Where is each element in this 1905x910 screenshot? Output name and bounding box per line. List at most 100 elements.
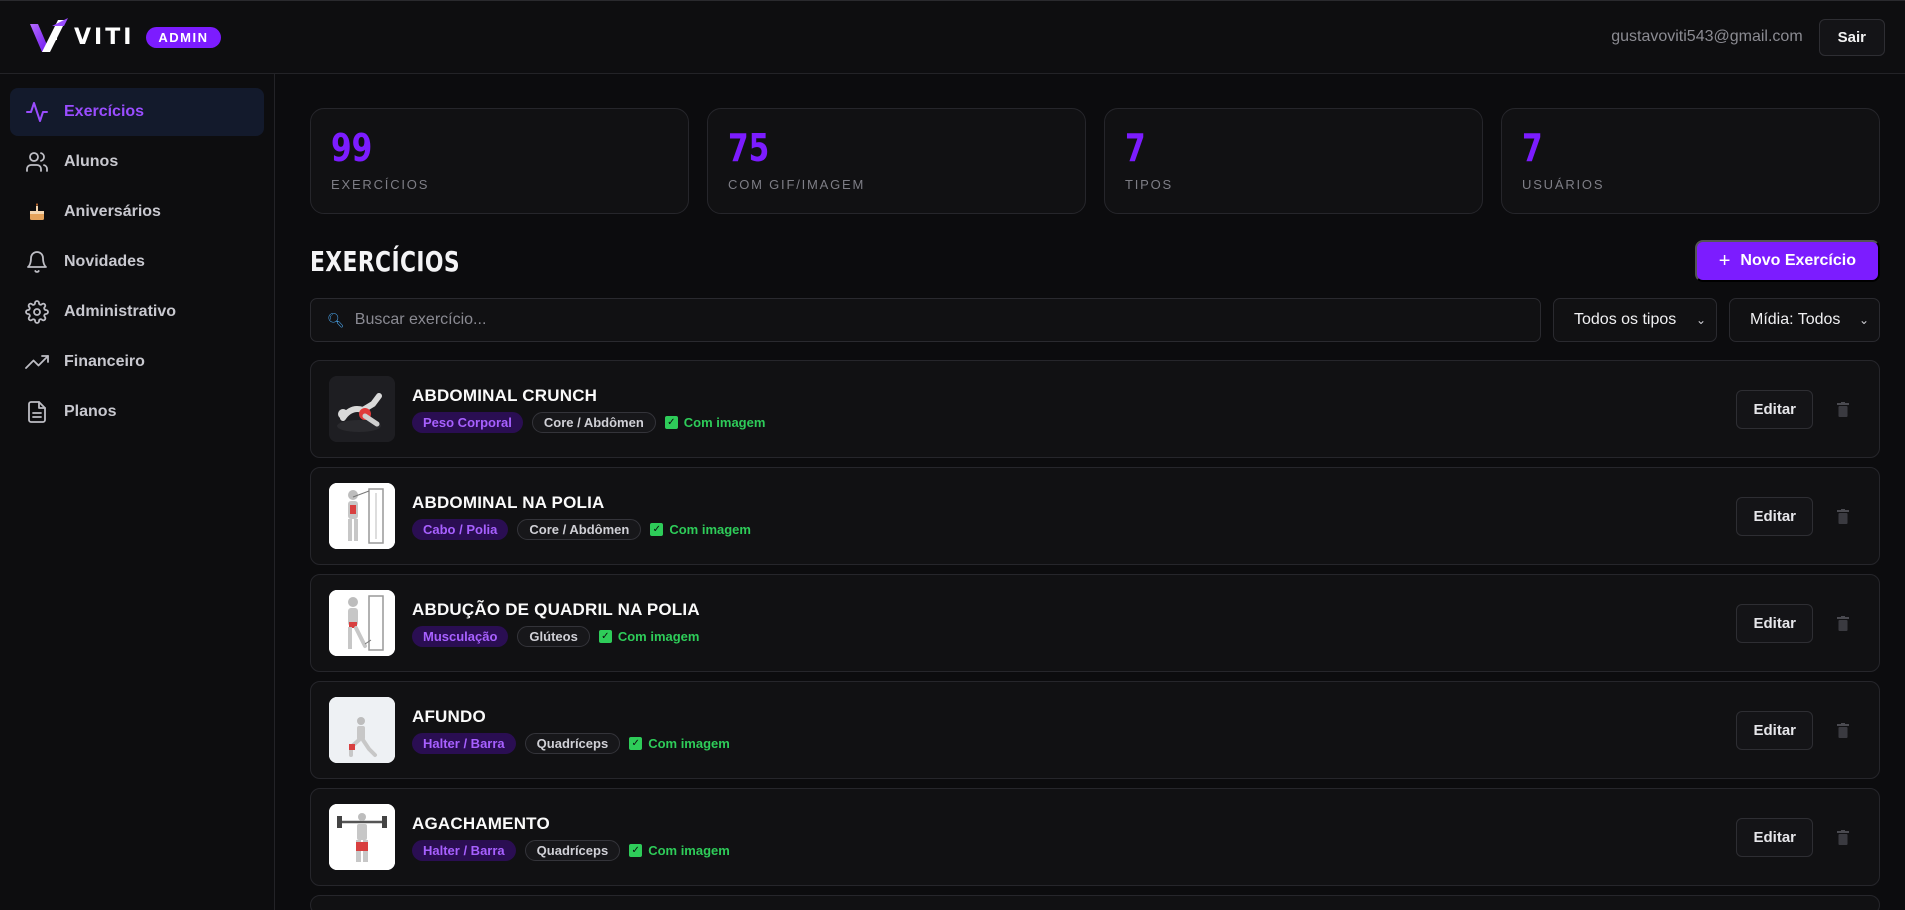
page-title: EXERCÍCIOS — [310, 244, 461, 278]
stat-label: USUÁRIOS — [1522, 177, 1605, 192]
section-header: EXERCÍCIOS + Novo Exercício — [310, 240, 1880, 282]
exercise-row[interactable]: AGACHAMENTO Halter / Barra Quadríceps ✓ … — [310, 788, 1880, 886]
sidebar-item-administrativo[interactable]: Administrativo — [10, 288, 264, 336]
stat-card-usuarios: 7 USUÁRIOS — [1501, 108, 1880, 214]
media-select[interactable]: Mídia: Todos ⌄ — [1729, 298, 1880, 342]
exercise-thumbnail — [329, 590, 395, 656]
logo[interactable]: VITI — [28, 16, 134, 58]
edit-button[interactable]: Editar — [1736, 496, 1813, 536]
trash-icon[interactable] — [1825, 401, 1861, 417]
stat-value: 99 — [331, 126, 373, 170]
exercise-tags: Halter / Barra Quadríceps ✓ Com imagem — [412, 732, 1736, 754]
exercise-name: ABDUÇÃO DE QUADRIL NA POLIA — [412, 599, 700, 619]
sidebar-item-label: Planos — [64, 403, 117, 420]
logout-button[interactable]: Sair — [1818, 18, 1885, 56]
stat-card-exercicios: 99 EXERCÍCIOS — [310, 108, 689, 214]
sidebar-item-label: Aniversários — [64, 203, 161, 220]
check-icon: ✓ — [629, 736, 643, 750]
users-icon — [24, 149, 50, 175]
edit-button[interactable]: Editar — [1736, 710, 1813, 750]
exercise-list: ABDOMINAL CRUNCH Peso Corporal Core / Ab… — [310, 360, 1880, 910]
muscle-tag: Core / Abdômen — [531, 411, 656, 433]
new-exercise-label: Novo Exercício — [1740, 252, 1856, 269]
exercise-name: AGACHAMENTO — [412, 813, 550, 833]
exercise-info: AFUNDO Halter / Barra Quadríceps ✓ Com i… — [412, 707, 1736, 754]
exercise-row[interactable]: AFUNDO Halter / Barra Quadríceps ✓ Com i… — [310, 681, 1880, 779]
type-tag: Cabo / Polia — [412, 518, 509, 540]
stat-value: 7 — [1522, 126, 1543, 170]
exercise-info: ABDUÇÃO DE QUADRIL NA POLIA Musculação G… — [412, 600, 1736, 647]
main-content: 99 EXERCÍCIOS 75 COM GIF/IMAGEM 7 TIPOS … — [310, 108, 1880, 910]
hip-abduction-figure-icon — [329, 590, 395, 656]
sidebar: Exercícios Alunos Aniversários Novidades… — [0, 74, 275, 910]
exercise-row[interactable]: ABDOMINAL CRUNCH Peso Corporal Core / Ab… — [310, 360, 1880, 458]
type-tag: Halter / Barra — [412, 732, 516, 754]
check-icon: ✓ — [598, 629, 612, 643]
stat-card-com-gif: 75 COM GIF/IMAGEM — [707, 108, 1086, 214]
search-icon: 🔍︎ — [327, 311, 345, 328]
exercise-info: ABDOMINAL CRUNCH Peso Corporal Core / Ab… — [412, 386, 1736, 433]
sidebar-item-label: Financeiro — [64, 353, 145, 370]
exercise-tags: Cabo / Polia Core / Abdômen ✓ Com imagem — [412, 518, 1736, 540]
type-tag: Musculação — [412, 625, 509, 647]
brand[interactable]: VITI ADMIN — [28, 16, 221, 58]
sidebar-item-financeiro[interactable]: Financeiro — [10, 338, 264, 386]
lunge-figure-icon — [329, 697, 395, 763]
trash-icon[interactable] — [1825, 508, 1861, 524]
exercise-thumbnail — [329, 483, 395, 549]
sidebar-item-aniversarios[interactable]: Aniversários — [10, 188, 264, 236]
exercise-name: ABDOMINAL CRUNCH — [412, 385, 598, 405]
type-tag: Halter / Barra — [412, 839, 516, 861]
viti-logo-icon — [30, 18, 68, 52]
trash-icon[interactable] — [1825, 615, 1861, 631]
trash-icon[interactable] — [1825, 722, 1861, 738]
header-right: gustavoviti543@gmail.com Sair — [1611, 18, 1885, 56]
sidebar-item-novidades[interactable]: Novidades — [10, 238, 264, 286]
exercise-name: ABDOMINAL NA POLIA — [412, 492, 605, 512]
chevron-down-icon: ⌄ — [1858, 313, 1869, 327]
stat-card-tipos: 7 TIPOS — [1104, 108, 1483, 214]
muscle-tag: Quadríceps — [524, 732, 621, 754]
media-status: ✓ Com imagem — [629, 736, 730, 751]
search-input[interactable] — [354, 311, 1524, 329]
type-tag: Peso Corporal — [412, 411, 523, 433]
exercise-thumbnail — [329, 697, 395, 763]
muscle-tag: Quadríceps — [524, 839, 621, 861]
sidebar-item-label: Exercícios — [64, 103, 145, 120]
stat-value: 7 — [1125, 126, 1146, 170]
new-exercise-button[interactable]: + Novo Exercício — [1694, 240, 1880, 282]
bell-icon — [24, 249, 50, 275]
gear-icon — [24, 299, 50, 325]
exercise-name: AFUNDO — [412, 706, 486, 726]
exercise-row-partial[interactable] — [310, 895, 1880, 910]
exercise-info: ABDOMINAL NA POLIA Cabo / Polia Core / A… — [412, 493, 1736, 540]
type-select[interactable]: Todos os tipos ⌄ — [1553, 298, 1717, 342]
muscle-tag: Core / Abdômen — [517, 518, 642, 540]
trash-icon[interactable] — [1825, 829, 1861, 845]
exercise-tags: Halter / Barra Quadríceps ✓ Com imagem — [412, 839, 1736, 861]
exercise-tags: Peso Corporal Core / Abdômen ✓ Com image… — [412, 411, 1736, 433]
activity-icon — [24, 99, 50, 125]
exercise-thumbnail — [329, 376, 395, 442]
edit-button[interactable]: Editar — [1736, 603, 1813, 643]
sidebar-item-label: Administrativo — [64, 303, 177, 320]
media-select-value: Mídia: Todos — [1750, 311, 1841, 328]
exercise-row[interactable]: ABDUÇÃO DE QUADRIL NA POLIA Musculação G… — [310, 574, 1880, 672]
cake-icon — [24, 199, 50, 225]
check-icon: ✓ — [629, 843, 643, 857]
edit-button[interactable]: Editar — [1736, 389, 1813, 429]
logo-text: VITI — [74, 24, 135, 50]
check-icon: ✓ — [664, 415, 678, 429]
sidebar-item-alunos[interactable]: Alunos — [10, 138, 264, 186]
media-status: ✓ Com imagem — [650, 522, 751, 537]
search-box[interactable]: 🔍︎ — [310, 298, 1541, 342]
edit-button[interactable]: Editar — [1736, 817, 1813, 857]
trending-up-icon — [24, 349, 50, 375]
media-status-label: Com imagem — [669, 521, 751, 537]
sidebar-item-exercicios[interactable]: Exercícios — [10, 88, 264, 136]
sidebar-item-planos[interactable]: Planos — [10, 388, 264, 436]
exercise-row[interactable]: ABDOMINAL NA POLIA Cabo / Polia Core / A… — [310, 467, 1880, 565]
plus-icon: + — [1718, 250, 1731, 272]
stats-row: 99 EXERCÍCIOS 75 COM GIF/IMAGEM 7 TIPOS … — [310, 108, 1880, 214]
media-status: ✓ Com imagem — [598, 629, 699, 644]
